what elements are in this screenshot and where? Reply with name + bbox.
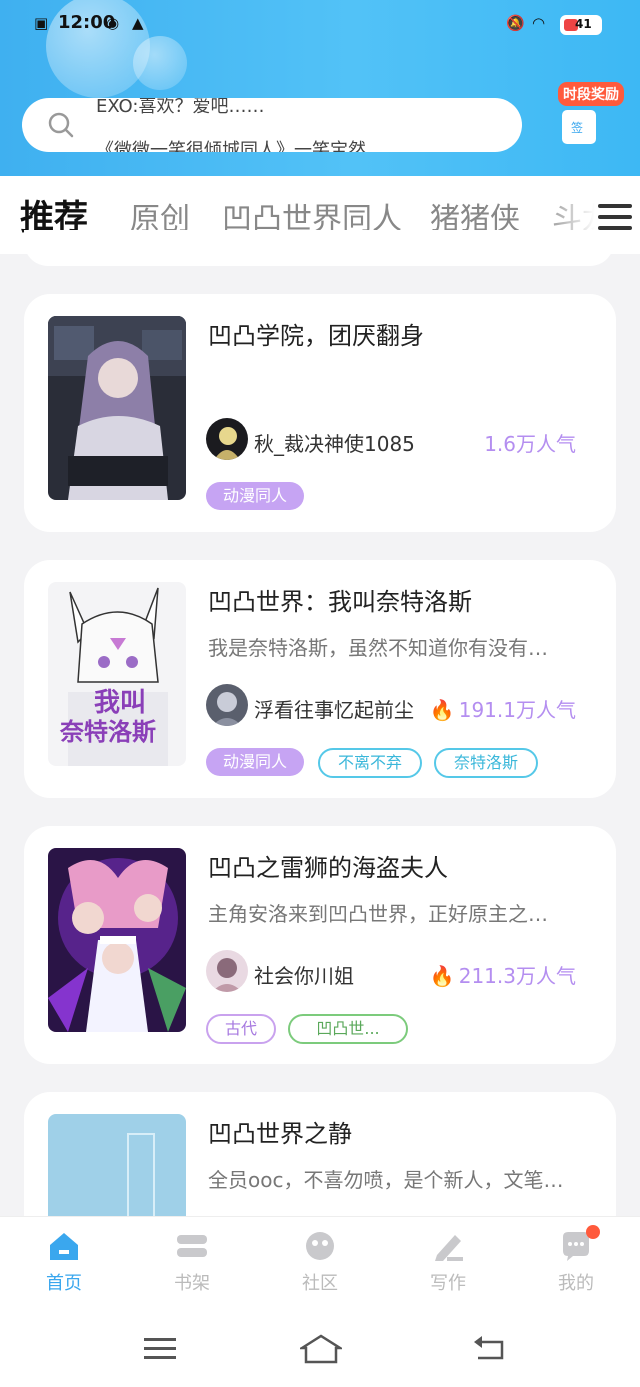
home-icon [50, 1233, 78, 1260]
book-title: 凹凸世界：我叫奈特洛斯 [208, 588, 472, 616]
search-hint-bottom: 《微微一笑很倾城同人》一笑宝然 [96, 140, 366, 152]
book-cover [48, 316, 186, 500]
nav-label: 社区 [302, 1273, 338, 1294]
cover-text: 奈特洛斯 [60, 718, 156, 746]
gift-icon-text: 签 [571, 121, 584, 135]
book-cover [48, 848, 186, 1032]
bookshelf-icon [177, 1235, 207, 1257]
battery-icon: 41 [560, 15, 602, 35]
pencil-icon [435, 1235, 463, 1261]
home-button-icon[interactable] [300, 1334, 342, 1364]
nav-bookshelf[interactable]: 书架 [152, 1229, 232, 1295]
previous-card-edge [24, 230, 614, 266]
search-hint-top: EXO:喜欢？爱吧…… [96, 98, 265, 117]
planet-icon [306, 1232, 334, 1260]
nav-label: 我的 [558, 1273, 594, 1294]
status-bar: ▣ 12:00 ◉ ▲ 🔕 ◠ 41 [0, 0, 640, 46]
nav-home[interactable]: 首页 [24, 1229, 104, 1295]
reward-label: 时段奖励 [558, 82, 624, 106]
popularity: 🔥 211.3万人气 [429, 964, 576, 988]
search-icon [48, 112, 74, 138]
tag-chip[interactable]: 不离不弃 [318, 748, 422, 778]
recent-apps-icon[interactable] [144, 1336, 176, 1360]
book-description: 我是奈特洛斯，虽然不知道你有没有… [208, 636, 548, 660]
author-avatar [206, 684, 248, 726]
book-description: 全员ooc，不喜勿喷，是个新人，文笔… [208, 1168, 564, 1192]
author-name: 社会你川姐 [254, 964, 354, 988]
book-title: 凹凸世界之静 [208, 1120, 352, 1148]
book-title: 凹凸之雷狮的海盗夫人 [208, 854, 448, 882]
tag-chip[interactable]: 奈特洛斯 [434, 748, 538, 778]
gift-icon: 签 [562, 110, 596, 144]
book-description: 主角安洛来到凹凸世界，正好原主之… [208, 902, 548, 926]
warning-icon: ▲ [132, 14, 144, 32]
nav-label: 首页 [46, 1273, 82, 1294]
header: ▣ 12:00 ◉ ▲ 🔕 ◠ 41 EXO:喜欢？爱吧…… 《微微一笑很倾城同… [0, 0, 640, 176]
nav-label: 写作 [430, 1273, 466, 1294]
system-navigation-bar [0, 1306, 640, 1387]
tag-chip[interactable]: 古代 [206, 1014, 276, 1044]
flame-icon: 🔥 [429, 964, 455, 988]
nav-me[interactable]: 我的 [536, 1225, 616, 1295]
battery-level: 41 [575, 17, 592, 31]
weibo-icon: ◉ [106, 14, 120, 32]
search-bar[interactable]: EXO:喜欢？爱吧…… 《微微一笑很倾城同人》一笑宝然 [22, 98, 522, 152]
author-name: 秋_裁决神使1085 [254, 432, 415, 456]
popularity: 🔥 191.1万人气 [429, 698, 576, 722]
tag-chip[interactable]: 凹凸世... [288, 1014, 408, 1044]
author-name: 浮看往事忆起前尘 [254, 698, 414, 722]
book-card[interactable]: 凹凸之雷狮的海盗夫人 主角安洛来到凹凸世界，正好原主之… 社会你川姐 🔥 211.… [24, 826, 616, 1064]
author-avatar [206, 950, 248, 992]
notification-badge [586, 1225, 600, 1239]
nav-community[interactable]: 社区 [280, 1229, 360, 1295]
nav-write[interactable]: 写作 [408, 1229, 488, 1295]
book-title: 凹凸学院，团厌翻身 [208, 322, 424, 350]
book-card[interactable]: 我叫 奈特洛斯 凹凸世界：我叫奈特洛斯 我是奈特洛斯，虽然不知道你有没有… 浮看… [24, 560, 616, 798]
tag-chip[interactable]: 动漫同人 [206, 748, 304, 776]
bottom-navigation: 首页 书架 社区 写作 我的 [0, 1216, 640, 1307]
period-reward-button[interactable]: 时段奖励 签 [558, 82, 624, 152]
tag-chip[interactable]: 动漫同人 [206, 482, 304, 510]
author-avatar [206, 418, 248, 460]
book-cover: 我叫 奈特洛斯 [48, 582, 186, 766]
sim-icon: ▣ [34, 14, 49, 32]
mute-icon: 🔕 [506, 14, 525, 32]
flame-icon: 🔥 [429, 698, 455, 722]
nav-label: 书架 [174, 1273, 210, 1294]
back-icon[interactable] [472, 1336, 506, 1362]
popularity: 1.6万人气 [484, 432, 576, 456]
wifi-icon: ◠ [532, 14, 546, 32]
book-card[interactable]: 凹凸学院，团厌翻身 秋_裁决神使1085 1.6万人气 动漫同人 [24, 294, 616, 532]
